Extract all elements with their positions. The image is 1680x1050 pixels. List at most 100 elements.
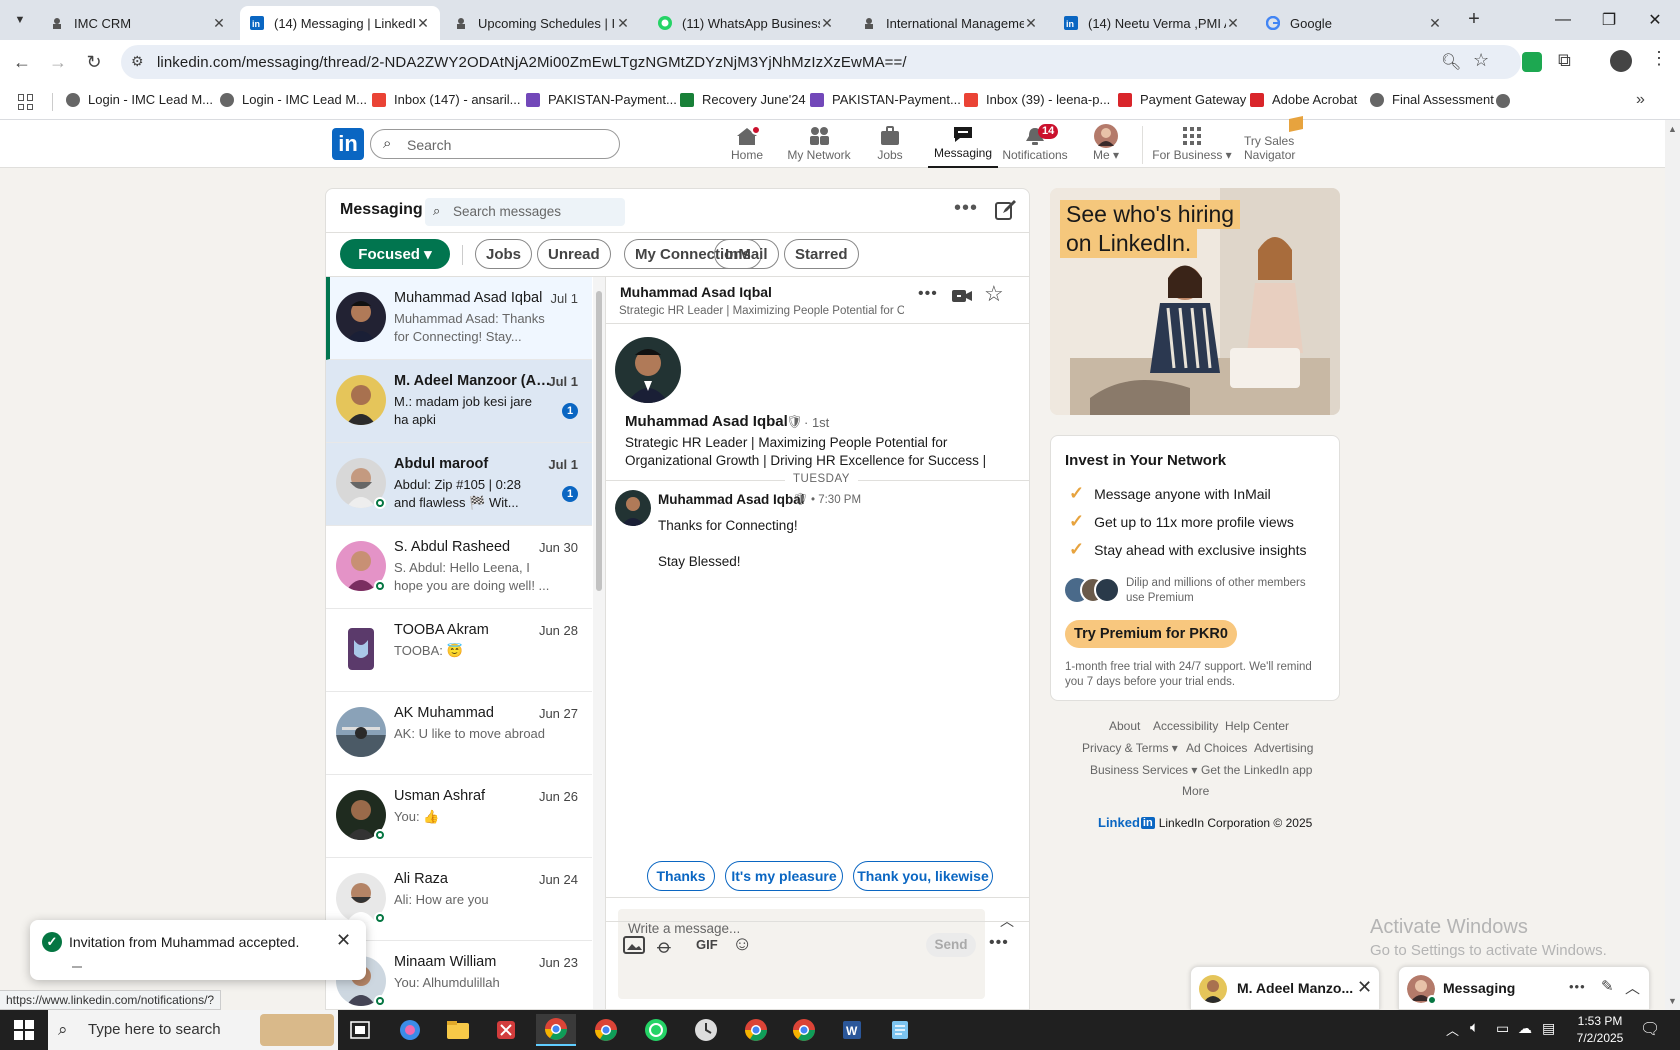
nav-my-network[interactable]: My Network xyxy=(786,120,852,168)
tab-search-chevron-icon[interactable]: ▼ xyxy=(8,8,32,32)
overlay-more-icon[interactable]: ••• xyxy=(1569,979,1586,994)
bookmark-item[interactable]: Inbox (147) - ansaril... xyxy=(372,92,520,107)
tab-neetu-verma[interactable]: in (14) Neetu Verma ,PMI A ✕ xyxy=(1054,6,1250,40)
nav-home[interactable]: Home xyxy=(724,120,770,168)
conversation-item[interactable]: M. Adeel Manzoor (ACCA) Jul 1 M.: madam … xyxy=(326,360,592,443)
bookmark-item[interactable]: Login - IMC Lead M... xyxy=(220,92,367,107)
nav-messaging[interactable]: Messaging xyxy=(928,120,998,168)
nav-me[interactable]: Me ▾ xyxy=(1088,120,1124,168)
nav-notifications[interactable]: Notifications 14 xyxy=(1002,120,1068,168)
cloud-icon[interactable]: ☁︎ xyxy=(1518,1020,1532,1037)
send-button[interactable]: Send xyxy=(926,933,976,957)
forward-icon[interactable]: → xyxy=(44,48,72,76)
message-avatar[interactable] xyxy=(615,490,651,526)
tray-chevron-icon[interactable]: ︿ xyxy=(1446,1020,1459,1039)
footer-link-help-center[interactable]: Help Center xyxy=(1225,719,1289,733)
filter-focused[interactable]: Focused ▾ xyxy=(340,239,450,269)
footer-link-business-services[interactable]: Business Services ▾ xyxy=(1090,763,1197,777)
linkedin-logo-icon[interactable]: in xyxy=(332,128,364,160)
scroll-up-icon[interactable]: ▲ xyxy=(1668,124,1677,134)
conversation-item[interactable]: S. Abdul Rasheed Jun 30 S. Abdul: Hello … xyxy=(326,526,592,609)
quick-reply-button[interactable]: Thanks xyxy=(647,861,715,891)
tab-imc-crm[interactable]: IMC CRM ✕ xyxy=(40,6,236,40)
footer-link-accessibility[interactable]: Accessibility xyxy=(1153,719,1218,733)
chrome-taskbar-icon[interactable] xyxy=(784,1014,824,1046)
hiring-ad-banner[interactable]: See who's hiring on LinkedIn. xyxy=(1050,188,1340,415)
bookmark-item[interactable]: Inbox (39) - leena-p... xyxy=(964,92,1110,107)
bookmark-item[interactable]: Recovery June'24 xyxy=(680,92,806,107)
close-window-icon[interactable]: ✕ xyxy=(1632,0,1678,40)
conversation-item[interactable]: TOOBA Akram Jun 28 TOOBA: 😇 xyxy=(326,609,592,692)
extensions-icon[interactable]: ⧉ xyxy=(1558,50,1571,71)
tab-google[interactable]: Google ✕ xyxy=(1256,6,1452,40)
task-view-icon[interactable] xyxy=(340,1014,380,1046)
close-chat-icon[interactable]: ✕ xyxy=(1357,977,1372,998)
conversation-item[interactable]: Muhammad Asad Iqbal Jul 1 Muhammad Asad:… xyxy=(326,277,592,360)
zoom-icon[interactable]: 🔍︎ xyxy=(1441,52,1461,72)
new-tab-icon[interactable]: + xyxy=(1462,8,1486,32)
footer-link-get-app[interactable]: Get the LinkedIn app xyxy=(1201,763,1312,777)
apps-grid-icon[interactable] xyxy=(18,94,34,110)
quick-reply-button[interactable]: Thank you, likewise xyxy=(853,861,993,891)
emoji-icon[interactable]: ☺ xyxy=(732,933,752,956)
more-bookmarks-icon[interactable]: » xyxy=(1636,91,1645,109)
nav-jobs[interactable]: Jobs xyxy=(870,120,910,168)
conversation-item[interactable]: Abdul maroof Jul 1 Abdul: Zip #105 | 0:2… xyxy=(326,443,592,526)
extension-whatsapp-icon[interactable] xyxy=(1522,52,1542,72)
taskbar-clock[interactable]: 1:53 PM 7/2/2025 xyxy=(1566,1013,1634,1047)
tab-international-management[interactable]: International Management ✕ xyxy=(852,6,1048,40)
bookmark-item[interactable]: Login - IMC Lead M... xyxy=(66,92,213,107)
url-text[interactable]: linkedin.com/messaging/thread/2-NDA2ZWY2… xyxy=(157,54,907,71)
file-explorer-icon[interactable] xyxy=(438,1014,478,1046)
profile-avatar[interactable] xyxy=(615,337,681,403)
taskbar-search-box[interactable]: ⌕ Type here to search xyxy=(48,1010,338,1050)
nav-sales-navigator[interactable]: Try Sales Navigator xyxy=(1244,116,1348,168)
bookmark-item[interactable]: Payment Gateway xyxy=(1118,92,1246,107)
bookmark-item[interactable]: PAKISTAN-Payment... xyxy=(526,92,677,107)
close-tab-icon[interactable]: ✕ xyxy=(416,15,430,32)
notepad-icon[interactable] xyxy=(880,1014,920,1046)
thread-header-name[interactable]: Muhammad Asad Iqbal xyxy=(620,284,772,300)
scrollbar-thumb[interactable] xyxy=(596,291,602,591)
chrome-taskbar-icon[interactable] xyxy=(586,1014,626,1046)
filter-starred[interactable]: Starred xyxy=(784,239,859,269)
address-bar[interactable]: ⚙ linkedin.com/messaging/thread/2-NDA2ZW… xyxy=(121,45,1521,79)
xmind-icon[interactable] xyxy=(486,1014,526,1046)
gif-button[interactable]: GIF xyxy=(696,937,718,952)
quick-reply-button[interactable]: It's my pleasure xyxy=(725,861,843,891)
profile-avatar-icon[interactable] xyxy=(1610,50,1632,72)
battery-icon[interactable]: ▭ xyxy=(1496,1020,1509,1037)
minimized-chat-adeel[interactable]: M. Adeel Manzo... ✕ xyxy=(1190,966,1380,1010)
footer-link-about[interactable]: About xyxy=(1109,719,1140,733)
tab-upcoming-schedules[interactable]: Upcoming Schedules | IMC ✕ xyxy=(444,6,640,40)
restore-window-icon[interactable]: ❐ xyxy=(1586,0,1632,40)
word-icon[interactable]: W xyxy=(832,1014,872,1046)
chrome-taskbar-icon[interactable] xyxy=(536,1014,576,1046)
star-icon[interactable]: ☆ xyxy=(984,281,1004,307)
close-tab-icon[interactable]: ✕ xyxy=(820,15,834,32)
thread-more-icon[interactable]: ••• xyxy=(918,285,938,303)
minimize-window-icon[interactable]: — xyxy=(1540,0,1586,40)
footer-link-advertising[interactable]: Advertising xyxy=(1254,741,1313,755)
compose-message-icon[interactable] xyxy=(994,198,1018,222)
search-messages-input[interactable]: ⌕ Search messages xyxy=(425,198,625,226)
whatsapp-taskbar-icon[interactable] xyxy=(636,1014,676,1046)
bookmark-item[interactable]: Adobe Acrobat xyxy=(1250,92,1357,107)
filter-inmail[interactable]: InMail xyxy=(714,239,779,269)
conversation-scrollbar[interactable] xyxy=(593,277,605,1009)
messaging-overlay-bar[interactable]: Messaging ••• ✎ ︿ xyxy=(1398,966,1650,1010)
profile-name[interactable]: Muhammad Asad Iqbal xyxy=(625,413,788,430)
reload-icon[interactable]: ↻ xyxy=(80,48,108,76)
page-scrollbar[interactable]: ▲ ▼ xyxy=(1665,120,1680,1010)
global-search-input[interactable]: ⌕ Search xyxy=(370,129,620,159)
conversation-item[interactable]: Usman Ashraf Jun 26 You: 👍 xyxy=(326,775,592,858)
close-tab-icon[interactable]: ✕ xyxy=(616,15,630,32)
video-call-icon[interactable] xyxy=(950,284,974,308)
back-icon[interactable]: ← xyxy=(8,48,36,76)
footer-link-privacy-terms[interactable]: Privacy & Terms ▾ xyxy=(1082,741,1178,755)
browser-menu-icon[interactable]: ⋮ xyxy=(1650,48,1668,69)
filter-jobs[interactable]: Jobs xyxy=(475,239,533,269)
overflow-bookmark-icon[interactable] xyxy=(1496,94,1510,108)
footer-link-more[interactable]: More xyxy=(1182,784,1209,798)
try-premium-button[interactable]: Try Premium for PKR0 xyxy=(1065,620,1237,648)
